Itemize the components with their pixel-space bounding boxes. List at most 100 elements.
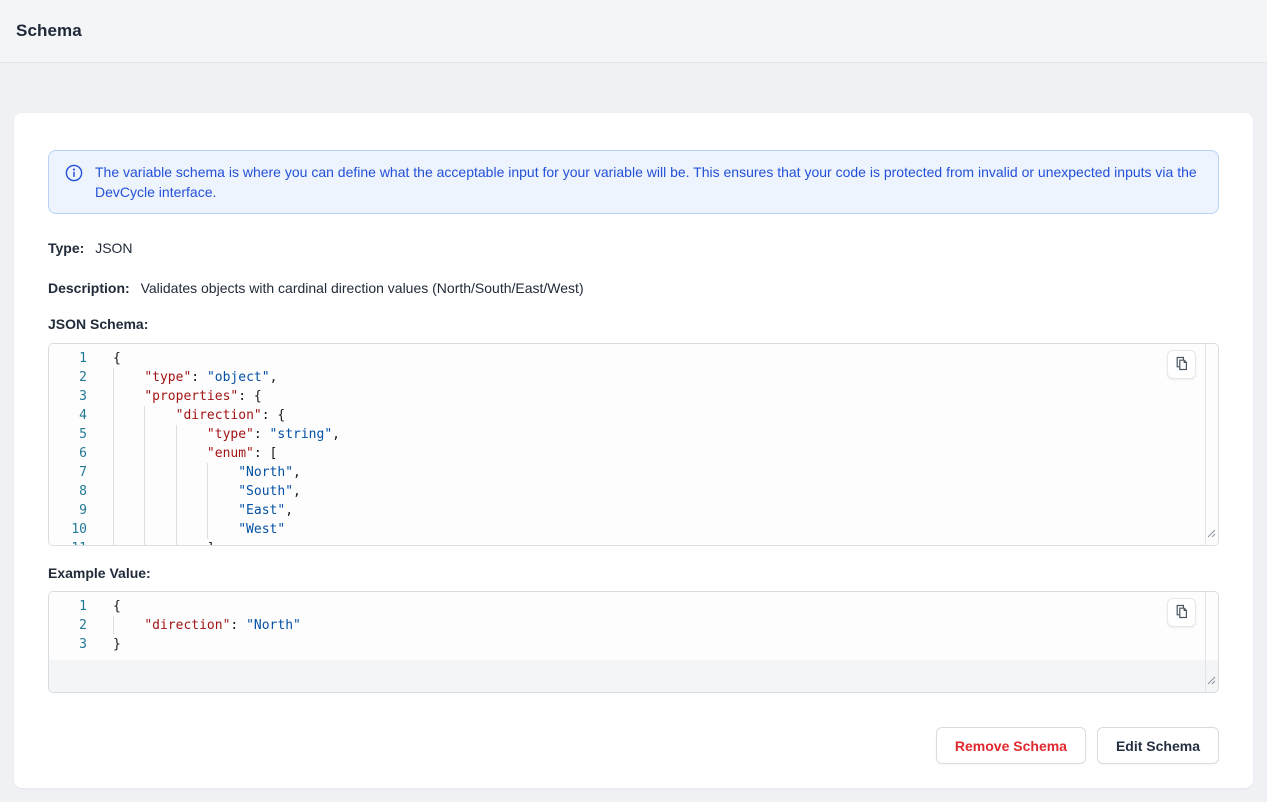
alert-message: The variable schema is where you can def… [95,162,1202,202]
line-number: 2 [49,368,87,387]
indent-guide [176,501,177,520]
line-number: 8 [49,482,87,501]
code-text: "South", [113,482,301,501]
copy-icon [1174,356,1189,374]
indent-guide [113,616,114,635]
code-line: 9 "East", [49,501,1218,520]
copy-button[interactable] [1167,350,1196,379]
line-number: 3 [49,387,87,406]
remove-schema-button[interactable]: Remove Schema [936,727,1086,764]
indent-guide [144,482,145,501]
line-number: 4 [49,406,87,425]
code-text: "East", [113,501,293,520]
code-text: "enum": [ [113,444,277,463]
example-value-label: Example Value: [48,565,1219,581]
indent-guide [207,520,208,539]
schema-card: The variable schema is where you can def… [14,113,1253,788]
line-number: 2 [49,616,87,635]
info-alert: The variable schema is where you can def… [48,150,1219,214]
line-number: 6 [49,444,87,463]
page-title: Schema [16,21,82,41]
indent-guide [113,520,114,539]
code-text: "North", [113,463,301,482]
indent-guide [113,425,114,444]
indent-guide [176,482,177,501]
line-number: 11 [49,539,87,546]
indent-guide [113,482,114,501]
code-line: 8 "South", [49,482,1218,501]
editor-scrollbar-divider [1205,344,1206,545]
indent-guide [176,425,177,444]
code-text: ] [113,539,215,546]
code-text: } [113,635,121,654]
indent-guide [176,463,177,482]
description-field: Description: Validates objects with card… [48,279,1219,297]
indent-guide [176,539,177,546]
resize-grip-icon[interactable] [1206,525,1216,543]
indent-guide [144,539,145,546]
code-text: { [113,349,121,368]
code-text: "direction": { [113,406,285,425]
indent-guide [144,501,145,520]
line-number: 5 [49,425,87,444]
page-header: Schema [0,0,1267,63]
indent-guide [113,444,114,463]
indent-guide [113,463,114,482]
line-number: 10 [49,520,87,539]
indent-guide [207,501,208,520]
copy-button[interactable] [1167,598,1196,627]
line-number: 9 [49,501,87,520]
description-value: Validates objects with cardinal directio… [141,280,584,296]
json-schema-code[interactable]: 1{2 "type": "object",3 "properties": {4 … [49,344,1218,546]
edit-schema-button[interactable]: Edit Schema [1097,727,1219,764]
indent-guide [113,501,114,520]
info-circle-icon [65,164,83,187]
code-text: "type": "object", [113,368,277,387]
code-line: 1{ [49,597,1218,616]
indent-guide [176,444,177,463]
indent-guide [144,444,145,463]
code-line: 4 "direction": { [49,406,1218,425]
line-number: 3 [49,635,87,654]
code-line: 3} [49,635,1218,654]
buttons-row: Remove Schema Edit Schema [48,727,1219,764]
code-line: 5 "type": "string", [49,425,1218,444]
line-number: 7 [49,463,87,482]
json-schema-label: JSON Schema: [48,316,1219,332]
description-label: Description: [48,280,130,296]
type-label: Type: [48,240,84,256]
code-line: 6 "enum": [ [49,444,1218,463]
indent-guide [113,406,114,425]
line-number: 1 [49,597,87,616]
type-field: Type: JSON [48,239,1219,257]
indent-guide [144,520,145,539]
code-text: "West" [113,520,285,539]
code-line: 2 "type": "object", [49,368,1218,387]
indent-guide [113,539,114,546]
code-text: { [113,597,121,616]
code-line: 3 "properties": { [49,387,1218,406]
indent-guide [113,387,114,406]
indent-guide [144,406,145,425]
code-text: "type": "string", [113,425,340,444]
example-value-editor[interactable]: 1{2 "direction": "North"3} [48,591,1219,693]
code-line: 7 "North", [49,463,1218,482]
indent-guide [207,463,208,482]
code-line: 2 "direction": "North" [49,616,1218,635]
resize-grip-icon[interactable] [1206,672,1216,690]
indent-guide [113,368,114,387]
indent-guide [207,482,208,501]
code-line: 1{ [49,349,1218,368]
example-value-code[interactable]: 1{2 "direction": "North"3} [49,592,1218,660]
code-line: 10 "West" [49,520,1218,539]
copy-icon [1174,604,1189,622]
indent-guide [144,463,145,482]
line-number: 1 [49,349,87,368]
json-schema-editor[interactable]: 1{2 "type": "object",3 "properties": {4 … [48,343,1219,546]
indent-guide [176,520,177,539]
type-value: JSON [95,240,132,256]
code-line: 11 ] [49,539,1218,546]
code-text: "direction": "North" [113,616,301,635]
code-text: "properties": { [113,387,262,406]
indent-guide [144,425,145,444]
